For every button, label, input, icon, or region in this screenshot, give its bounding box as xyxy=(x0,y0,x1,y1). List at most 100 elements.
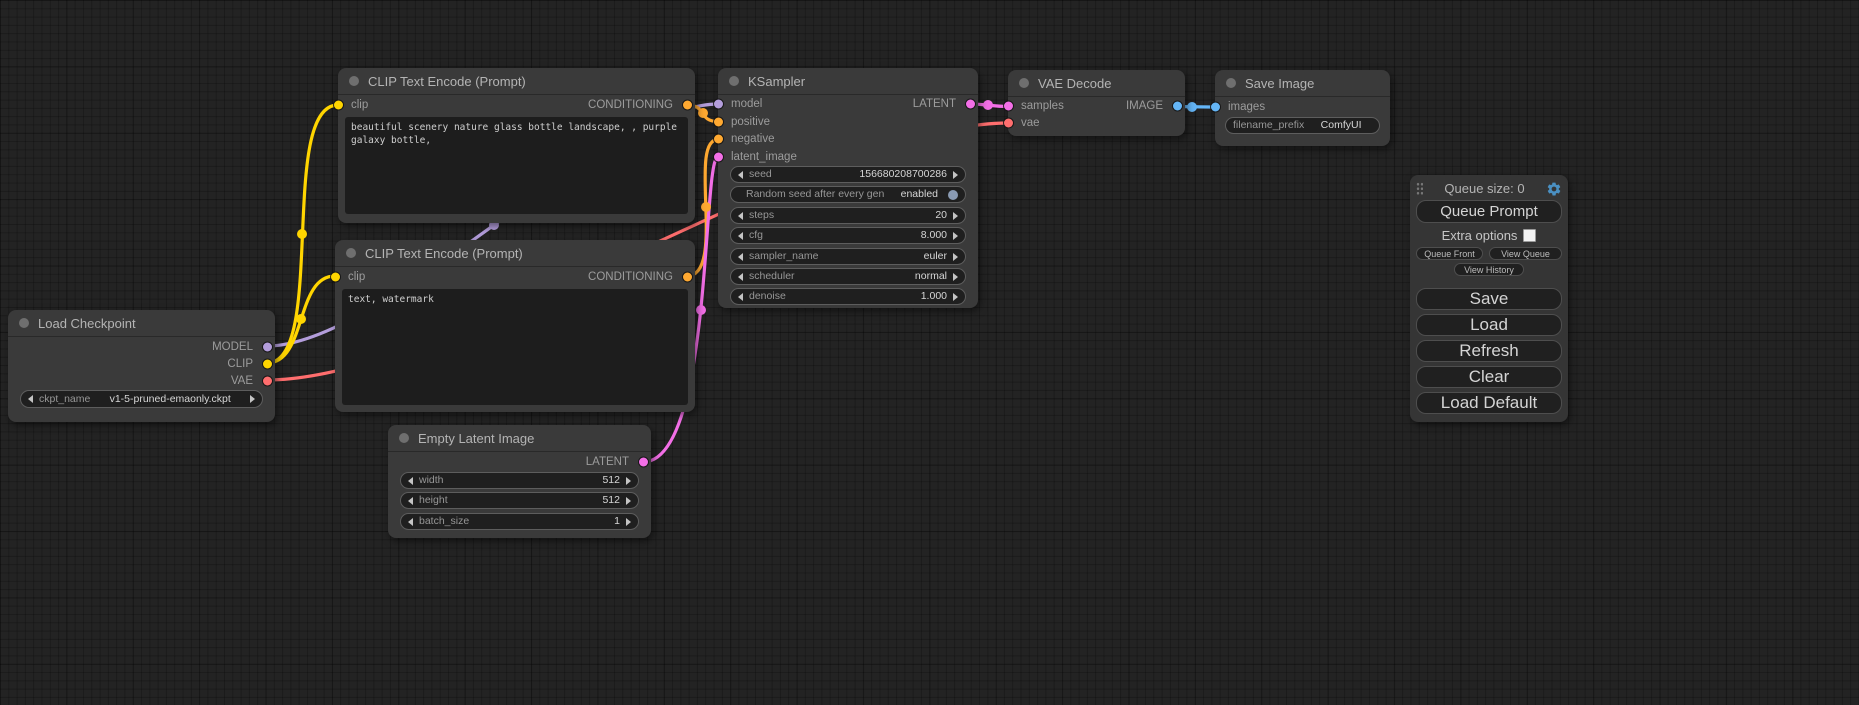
latent-output-port[interactable] xyxy=(966,99,975,108)
node-title-bar[interactable]: Empty Latent Image xyxy=(388,425,651,452)
widget-value[interactable]: 20 xyxy=(935,208,947,223)
refresh-button[interactable]: Refresh xyxy=(1416,340,1562,362)
next-value-arrow-icon[interactable] xyxy=(626,497,631,505)
negative-input-port[interactable] xyxy=(714,134,723,143)
load-button[interactable]: Load xyxy=(1416,314,1562,336)
prev-value-arrow-icon[interactable] xyxy=(738,232,743,240)
comfy-menu-panel[interactable]: Queue size: 0 Queue Prompt Extra options… xyxy=(1410,175,1568,422)
prev-value-arrow-icon[interactable] xyxy=(28,395,33,403)
seed-widget[interactable]: seed 156680208700286 xyxy=(730,166,966,183)
widget-value[interactable]: v1-5-pruned-emaonly.ckpt xyxy=(110,392,231,407)
node-title-bar[interactable]: Save Image xyxy=(1215,70,1390,97)
clear-button[interactable]: Clear xyxy=(1416,366,1562,388)
node-title-bar[interactable]: Load Checkpoint xyxy=(8,310,275,337)
widget-value[interactable]: ComfyUI xyxy=(1321,118,1362,133)
negative-prompt-textarea[interactable]: text, watermark xyxy=(342,289,688,405)
node-clip-text-encode-positive[interactable]: CLIP Text Encode (Prompt) clip CONDITION… xyxy=(338,68,695,223)
next-value-arrow-icon[interactable] xyxy=(953,253,958,261)
collapse-dot-icon[interactable] xyxy=(19,318,29,328)
queue-front-button[interactable]: Queue Front xyxy=(1416,247,1483,260)
latent-output-port[interactable] xyxy=(639,457,648,466)
positive-input-port[interactable] xyxy=(714,117,723,126)
widget-value[interactable]: 156680208700286 xyxy=(859,167,947,182)
next-value-arrow-icon[interactable] xyxy=(953,171,958,179)
vae-output-port[interactable] xyxy=(263,376,272,385)
next-value-arrow-icon[interactable] xyxy=(626,477,631,485)
load-default-button[interactable]: Load Default xyxy=(1416,392,1562,414)
widget-value[interactable]: 1.000 xyxy=(921,289,947,304)
vae-input-port[interactable] xyxy=(1004,118,1013,127)
collapse-dot-icon[interactable] xyxy=(729,76,739,86)
prev-value-arrow-icon[interactable] xyxy=(408,477,413,485)
node-title-bar[interactable]: CLIP Text Encode (Prompt) xyxy=(335,240,695,267)
prev-value-arrow-icon[interactable] xyxy=(738,293,743,301)
next-value-arrow-icon[interactable] xyxy=(953,293,958,301)
positive-prompt-textarea[interactable]: beautiful scenery nature glass bottle la… xyxy=(345,117,688,214)
node-save-image[interactable]: Save Image images filename_prefix ComfyU… xyxy=(1215,70,1390,146)
graph-canvas[interactable]: CLIP Text Encode (Prompt) clip CONDITION… xyxy=(0,0,1859,705)
collapse-dot-icon[interactable] xyxy=(346,248,356,258)
prev-value-arrow-icon[interactable] xyxy=(408,518,413,526)
next-value-arrow-icon[interactable] xyxy=(250,395,255,403)
denoise-widget[interactable]: denoise 1.000 xyxy=(730,288,966,305)
widget-value[interactable]: 512 xyxy=(602,493,620,508)
filename-prefix-widget[interactable]: filename_prefix ComfyUI xyxy=(1225,117,1380,134)
conditioning-output-port[interactable] xyxy=(683,100,692,109)
scheduler-widget[interactable]: scheduler normal xyxy=(730,268,966,285)
collapse-dot-icon[interactable] xyxy=(399,433,409,443)
widget-value[interactable]: 8.000 xyxy=(921,228,947,243)
prev-value-arrow-icon[interactable] xyxy=(738,253,743,261)
next-value-arrow-icon[interactable] xyxy=(626,518,631,526)
next-value-arrow-icon[interactable] xyxy=(953,232,958,240)
latent-image-input-port[interactable] xyxy=(714,152,723,161)
widget-label: filename_prefix xyxy=(1233,118,1304,133)
ckpt-name-widget[interactable]: ckpt_name v1-5-pruned-emaonly.ckpt xyxy=(20,390,263,408)
node-empty-latent-image[interactable]: Empty Latent Image LATENT width 512 heig… xyxy=(388,425,651,538)
view-history-button[interactable]: View History xyxy=(1454,263,1524,276)
random-seed-widget[interactable]: Random seed after every gen enabled xyxy=(730,186,966,203)
images-input-port[interactable] xyxy=(1211,102,1220,111)
height-widget[interactable]: height 512 xyxy=(400,492,639,509)
node-load-checkpoint[interactable]: Load Checkpoint MODEL CLIP VAE ckpt_name… xyxy=(8,310,275,422)
node-title-bar[interactable]: CLIP Text Encode (Prompt) xyxy=(338,68,695,95)
steps-widget[interactable]: steps 20 xyxy=(730,207,966,224)
node-vae-decode[interactable]: VAE Decode samples IMAGE vae xyxy=(1008,70,1185,136)
next-value-arrow-icon[interactable] xyxy=(953,273,958,281)
collapse-dot-icon[interactable] xyxy=(349,76,359,86)
prev-value-arrow-icon[interactable] xyxy=(408,497,413,505)
samples-input-port[interactable] xyxy=(1004,101,1013,110)
widget-value[interactable]: 512 xyxy=(602,473,620,488)
node-title-bar[interactable]: KSampler xyxy=(718,68,978,95)
collapse-dot-icon[interactable] xyxy=(1226,78,1236,88)
node-clip-text-encode-negative[interactable]: CLIP Text Encode (Prompt) clip CONDITION… xyxy=(335,240,695,412)
prev-value-arrow-icon[interactable] xyxy=(738,171,743,179)
batch-size-widget[interactable]: batch_size 1 xyxy=(400,513,639,530)
cfg-widget[interactable]: cfg 8.000 xyxy=(730,227,966,244)
widget-value[interactable]: enabled xyxy=(901,187,938,202)
model-input-port[interactable] xyxy=(714,99,723,108)
menu-drag-handle[interactable] xyxy=(1416,182,1423,195)
sampler-name-widget[interactable]: sampler_name euler xyxy=(730,248,966,265)
view-queue-button[interactable]: View Queue xyxy=(1489,247,1562,260)
extra-options-checkbox[interactable] xyxy=(1523,229,1536,242)
node-title-bar[interactable]: VAE Decode xyxy=(1008,70,1185,97)
widget-value[interactable]: normal xyxy=(915,269,947,284)
settings-gear-icon[interactable] xyxy=(1546,181,1562,197)
clip-input-port[interactable] xyxy=(331,272,340,281)
widget-value[interactable]: euler xyxy=(924,249,947,264)
next-value-arrow-icon[interactable] xyxy=(953,212,958,220)
clip-output-port[interactable] xyxy=(263,359,272,368)
prev-value-arrow-icon[interactable] xyxy=(738,273,743,281)
queue-prompt-button[interactable]: Queue Prompt xyxy=(1416,200,1562,223)
clip-input-port[interactable] xyxy=(334,100,343,109)
prev-value-arrow-icon[interactable] xyxy=(738,212,743,220)
toggle-knob-icon[interactable] xyxy=(948,190,958,200)
width-widget[interactable]: width 512 xyxy=(400,472,639,489)
save-button[interactable]: Save xyxy=(1416,288,1562,310)
image-output-port[interactable] xyxy=(1173,101,1182,110)
collapse-dot-icon[interactable] xyxy=(1019,78,1029,88)
node-ksampler[interactable]: KSampler model LATENT positive negative … xyxy=(718,68,978,308)
conditioning-output-port[interactable] xyxy=(683,272,692,281)
model-output-port[interactable] xyxy=(263,342,272,351)
widget-value[interactable]: 1 xyxy=(614,514,620,529)
